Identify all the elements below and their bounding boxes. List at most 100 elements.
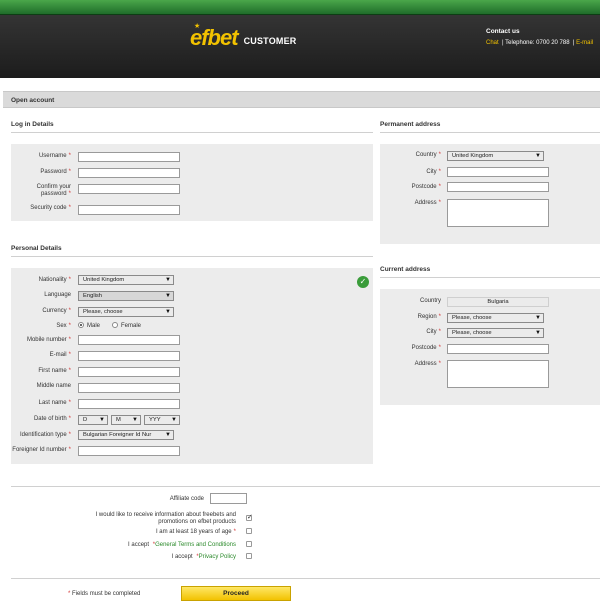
- chevron-down-icon: ▼: [165, 432, 171, 438]
- logo-star-icon: ★: [194, 23, 201, 30]
- permanent-divider: [380, 132, 600, 133]
- sex-male-radio[interactable]: [78, 322, 84, 328]
- sex-male-label: Male: [87, 323, 101, 329]
- privacy-checkbox[interactable]: [246, 553, 252, 559]
- current-address-title: Current address: [380, 266, 431, 273]
- check-circle-icon: ✓: [357, 276, 369, 288]
- cur-city-select[interactable]: Please, choose ▼: [447, 328, 544, 338]
- chat-link[interactable]: Chat: [486, 40, 499, 46]
- perm-address-textarea[interactable]: [447, 199, 549, 227]
- username-input[interactable]: [78, 152, 180, 162]
- dob-year-select[interactable]: YYY ▼: [144, 415, 180, 425]
- current-divider: [380, 277, 600, 278]
- mobile-input[interactable]: [78, 335, 180, 345]
- terms-checkbox[interactable]: [246, 541, 252, 547]
- chevron-down-icon: ▼: [132, 417, 138, 423]
- chevron-down-icon: ▼: [165, 277, 171, 283]
- chevron-down-icon: ▼: [535, 153, 541, 159]
- header-top-strip: [0, 0, 600, 15]
- cur-address-textarea[interactable]: [447, 360, 549, 388]
- sex-female-label: Female: [121, 323, 142, 329]
- currency-select[interactable]: Please, choose ▼: [78, 307, 174, 317]
- login-divider: [11, 132, 373, 133]
- email-link[interactable]: E-mail: [576, 40, 593, 46]
- freebets-checkbox[interactable]: [246, 513, 253, 521]
- contact-title: Contact us: [486, 28, 520, 35]
- site-header: ★ efbet CUSTOMER Contact us Chat | Telep…: [0, 0, 600, 78]
- perm-postcode-label: Postcode *: [411, 184, 441, 190]
- chevron-down-icon: ▼: [171, 417, 177, 423]
- cur-country-label: Country: [419, 298, 441, 304]
- chevron-down-icon: ▼: [99, 417, 105, 423]
- privacy-label: I accept *Privacy Policy: [171, 554, 236, 560]
- dob-label: Date of birth *: [33, 416, 71, 422]
- privacy-link[interactable]: Privacy Policy: [199, 554, 236, 560]
- perm-city-input[interactable]: [447, 167, 549, 177]
- cur-city-label: City *: [426, 329, 441, 335]
- last-name-input[interactable]: [78, 399, 180, 409]
- mobile-label: Mobile number *: [26, 337, 71, 343]
- personal-details-title: Personal Details: [11, 245, 62, 252]
- perm-city-label: City *: [426, 169, 441, 175]
- telephone-text: Telephone: 0700 20 788: [505, 40, 570, 46]
- password-input[interactable]: [78, 168, 180, 178]
- cur-address-label: Address *: [414, 361, 441, 367]
- contact-separator: |: [572, 40, 575, 46]
- chevron-down-icon: ▼: [165, 309, 171, 315]
- last-name-label: Last name *: [38, 400, 71, 406]
- efbet-logo[interactable]: ★ efbet CUSTOMER: [190, 23, 297, 49]
- chevron-down-icon: ▼: [535, 315, 541, 321]
- email-label: E-mail *: [49, 352, 71, 358]
- freebets-label: I would like to receive information abou…: [95, 512, 236, 525]
- cur-country-value: Bulgaria: [447, 297, 549, 307]
- foreigner-id-input[interactable]: [78, 446, 180, 456]
- confirm-password-label: Confirm your password *: [36, 184, 71, 197]
- id-type-label: Identification type *: [19, 432, 71, 438]
- email-input[interactable]: [78, 351, 180, 361]
- language-label: Language: [44, 292, 71, 298]
- password-label: Password *: [40, 169, 71, 175]
- login-details-title: Log in Details: [11, 121, 54, 128]
- cur-region-select[interactable]: Please, choose ▼: [447, 313, 544, 323]
- cur-region-label: Region *: [417, 314, 441, 320]
- permanent-address-title: Permanent address: [380, 121, 441, 128]
- cur-postcode-input[interactable]: [447, 344, 549, 354]
- terms-label: I accept *General Terms and Conditions: [128, 542, 236, 548]
- nationality-select[interactable]: United Kingdom ▼: [78, 275, 174, 285]
- open-account-bar: Open account: [3, 91, 600, 108]
- chevron-down-icon: ▼: [535, 330, 541, 336]
- perm-country-select[interactable]: United Kingdom ▼: [447, 151, 544, 161]
- first-name-label: First name *: [38, 368, 71, 374]
- required-fields-note: * Fields must be completed: [68, 591, 141, 597]
- contact-separator: |: [502, 40, 504, 46]
- affiliate-code-label: Affiliate code: [169, 496, 204, 502]
- perm-postcode-input[interactable]: [447, 182, 549, 192]
- first-name-input[interactable]: [78, 367, 180, 377]
- personal-divider: [11, 256, 373, 257]
- sex-label: Sex *: [56, 323, 71, 329]
- page-title: Open account: [11, 97, 55, 104]
- age-checkbox[interactable]: [246, 528, 252, 534]
- foreigner-id-label: Foreigner Id number *: [12, 447, 71, 453]
- footer-divider: [11, 578, 600, 579]
- confirm-password-input[interactable]: [78, 184, 180, 194]
- cur-postcode-label: Postcode *: [411, 345, 441, 351]
- security-code-input[interactable]: [78, 205, 180, 215]
- terms-link[interactable]: General Terms and Conditions: [155, 542, 236, 548]
- proceed-button[interactable]: Proceed: [181, 586, 291, 601]
- affiliate-code-input[interactable]: [210, 493, 247, 504]
- language-select[interactable]: English ▼: [78, 291, 174, 301]
- id-type-select[interactable]: Bulgarian Foreigner Id Nur ▼: [78, 430, 174, 440]
- age-label: I am at least 18 years of age *: [155, 529, 236, 535]
- nationality-label: Nationality *: [38, 277, 71, 283]
- logo-subtitle: CUSTOMER: [243, 36, 297, 46]
- middle-name-input[interactable]: [78, 383, 180, 393]
- dob-month-select[interactable]: M ▼: [111, 415, 141, 425]
- sex-female-radio[interactable]: [112, 322, 118, 328]
- consent-divider: [11, 486, 600, 487]
- contact-line: Chat | Telephone: 0700 20 788 | E-mail: [486, 40, 593, 46]
- dob-day-select[interactable]: D ▼: [78, 415, 108, 425]
- username-label: Username *: [38, 153, 71, 159]
- perm-country-label: Country *: [415, 152, 441, 158]
- chevron-down-icon: ▼: [165, 293, 171, 299]
